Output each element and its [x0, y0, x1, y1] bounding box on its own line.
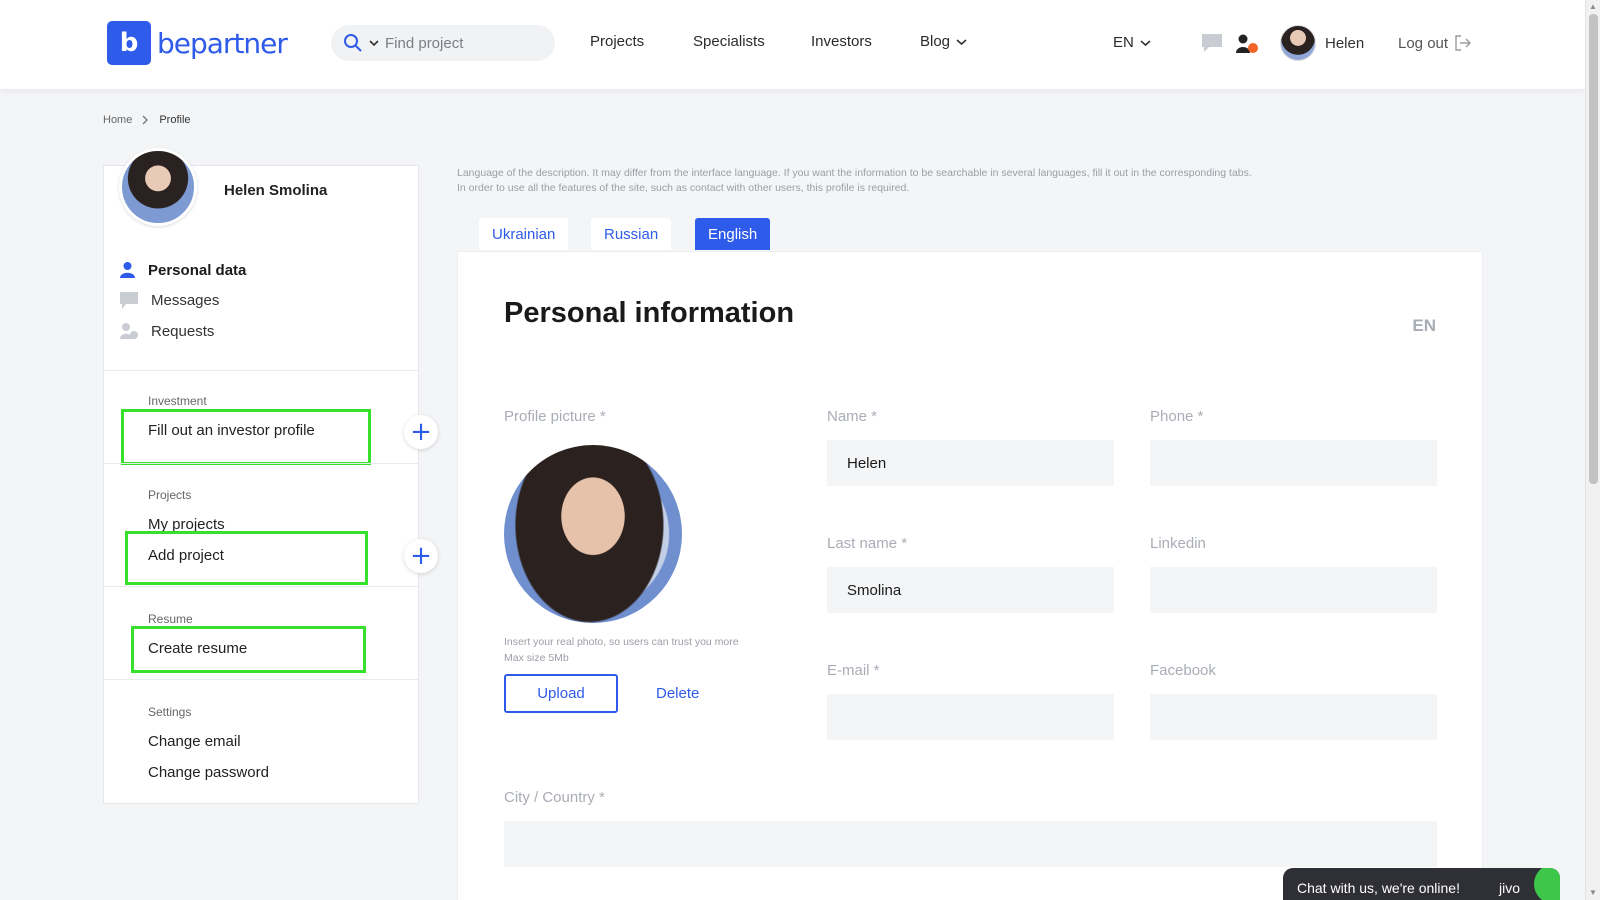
linkedin-label: Linkedin [1150, 535, 1206, 552]
sidebar-user-name: Helen Smolina [224, 182, 328, 199]
photo-hint: Insert your real photo, so users can tru… [504, 634, 739, 666]
chat-brand: jivo [1498, 880, 1520, 896]
requests-icon [120, 323, 138, 339]
divider [104, 370, 418, 371]
logout-icon [1455, 35, 1472, 51]
chevron-down-icon [956, 38, 967, 45]
chevron-down-icon [1140, 39, 1151, 46]
sidebar-item-label: Requests [151, 323, 215, 340]
logo-text: bepartner [157, 26, 288, 60]
logout-label: Log out [1398, 34, 1449, 52]
nav-specialists[interactable]: Specialists [693, 33, 765, 50]
city-country-label: City / Country * [504, 789, 605, 806]
scroll-down-arrow[interactable]: ▼ [1589, 888, 1597, 897]
chat-widget-text: Chat with us, we're online! [1297, 880, 1460, 896]
tab-english[interactable]: English [695, 218, 771, 250]
chat-bubble-icon [120, 292, 138, 309]
section-title-resume: Resume [148, 612, 193, 626]
nav-investors[interactable]: Investors [811, 33, 872, 50]
profile-picture-label: Profile picture * [504, 408, 606, 425]
user-menu[interactable]: Helen [1280, 25, 1364, 61]
photo-hint-line-2: Max size 5Mb [504, 652, 569, 664]
logo-mark: b [107, 21, 151, 65]
delete-photo-link[interactable]: Delete [656, 685, 699, 702]
tab-ukrainian[interactable]: Ukrainian [479, 218, 569, 250]
search-input[interactable] [385, 34, 535, 52]
phone-field[interactable] [1150, 440, 1437, 486]
note-line-2: In order to use all the features of the … [457, 182, 910, 194]
linkedin-field[interactable] [1150, 567, 1437, 613]
search-icon[interactable] [343, 33, 363, 53]
page-scrollbar[interactable]: ▲ ▼ [1585, 0, 1600, 900]
section-title-projects: Projects [148, 488, 192, 502]
chevron-right-icon [142, 115, 149, 125]
scroll-up-arrow[interactable]: ▲ [1589, 2, 1597, 11]
sidebar-item-personal-data[interactable]: Personal data [119, 261, 246, 279]
highlight-box [125, 531, 368, 585]
sidebar-avatar [119, 148, 197, 226]
user-name: Helen [1325, 34, 1365, 52]
divider [104, 586, 418, 587]
profile-photo [504, 445, 682, 623]
change-email-link[interactable]: Change email [148, 733, 241, 750]
profile-sidebar: Helen Smolina Personal data Messages Req… [103, 148, 438, 804]
highlight-box [121, 409, 371, 465]
chat-status-icon [1534, 868, 1560, 900]
chat-widget[interactable]: Chat with us, we're online! jivo [1283, 868, 1560, 900]
tab-russian[interactable]: Russian [591, 218, 672, 250]
name-label: Name * [827, 408, 878, 425]
add-project-button[interactable]: + [404, 539, 438, 573]
language-note: Language of the description. It may diff… [457, 166, 1357, 196]
highlight-box [131, 626, 366, 673]
sidebar-item-label: Messages [151, 292, 220, 309]
breadcrumb: Home Profile [103, 114, 191, 126]
facebook-field[interactable] [1150, 694, 1437, 740]
user-icon [120, 262, 135, 278]
photo-hint-line-1: Insert your real photo, so users can tru… [504, 636, 739, 648]
page-title: Personal information [504, 297, 795, 329]
last-name-field[interactable] [827, 567, 1114, 613]
phone-label: Phone * [1150, 408, 1204, 425]
language-select[interactable]: EN [1113, 34, 1151, 51]
nav-blog-label: Blog [920, 33, 951, 50]
personal-info-card: Personal information EN Profile picture … [457, 251, 1483, 900]
requests-icon[interactable] [1235, 33, 1259, 55]
city-country-field[interactable] [504, 821, 1437, 867]
nav-blog[interactable]: Blog [920, 33, 967, 50]
change-password-link[interactable]: Change password [148, 764, 269, 781]
sidebar-item-requests[interactable]: Requests [119, 322, 214, 341]
scrollbar-thumb[interactable] [1589, 14, 1598, 484]
section-title-settings: Settings [148, 705, 192, 719]
section-title-investment: Investment [148, 394, 207, 408]
note-line-1: Language of the description. It may diff… [457, 167, 1252, 179]
sidebar-item-messages[interactable]: Messages [119, 291, 219, 310]
divider [104, 679, 418, 680]
email-label: E-mail * [827, 662, 880, 679]
last-name-label: Last name * [827, 535, 908, 552]
breadcrumb-current: Profile [159, 114, 191, 126]
logo[interactable]: b bepartner [107, 21, 288, 65]
email-field[interactable] [827, 694, 1114, 740]
avatar [1280, 25, 1316, 61]
language-value: EN [1113, 34, 1134, 51]
logout-button[interactable]: Log out [1398, 34, 1472, 52]
facebook-label: Facebook [1150, 662, 1216, 679]
nav-projects[interactable]: Projects [590, 33, 644, 50]
search-bar[interactable] [331, 25, 555, 61]
top-header: b bepartner Projects Specialists Investo… [0, 0, 1585, 89]
chat-bubble-icon[interactable] [1201, 33, 1223, 53]
name-field[interactable] [827, 440, 1114, 486]
upload-button[interactable]: Upload [504, 674, 618, 713]
divider [104, 463, 418, 464]
chevron-down-icon[interactable] [369, 39, 379, 47]
add-investor-profile-button[interactable]: + [404, 415, 438, 449]
breadcrumb-home[interactable]: Home [103, 114, 132, 126]
sidebar-item-label: Personal data [148, 261, 247, 279]
language-badge: EN [1412, 316, 1436, 335]
